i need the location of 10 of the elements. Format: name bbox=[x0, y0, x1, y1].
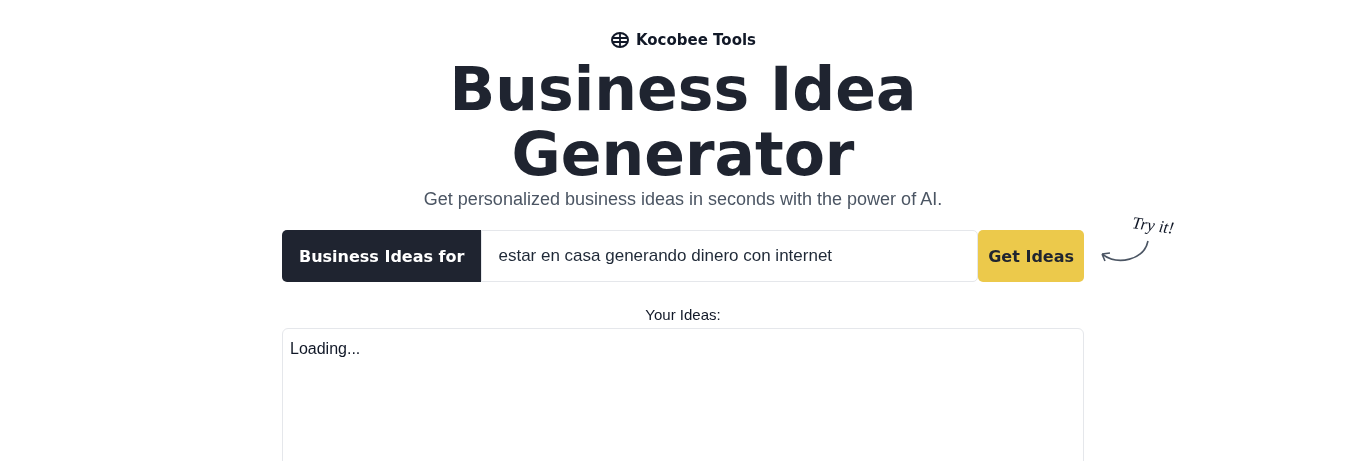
input-prefix-label: Business Ideas for bbox=[282, 230, 482, 282]
page-title: Business Idea Generator bbox=[448, 57, 918, 187]
loading-text: Loading... bbox=[290, 340, 361, 357]
ideas-label: Your Ideas: bbox=[645, 306, 721, 323]
get-ideas-button[interactable]: Get Ideas bbox=[978, 230, 1084, 282]
input-field[interactable]: estar en casa generando dinero con internet bbox=[481, 230, 979, 282]
hint-text: Try it! bbox=[1130, 213, 1176, 239]
bee-logo-icon bbox=[609, 30, 630, 50]
brand-name: Kocobee Tools bbox=[635, 31, 757, 49]
page-subtitle: Get personalized business ideas in seconds with the power of AI. bbox=[423, 189, 943, 210]
